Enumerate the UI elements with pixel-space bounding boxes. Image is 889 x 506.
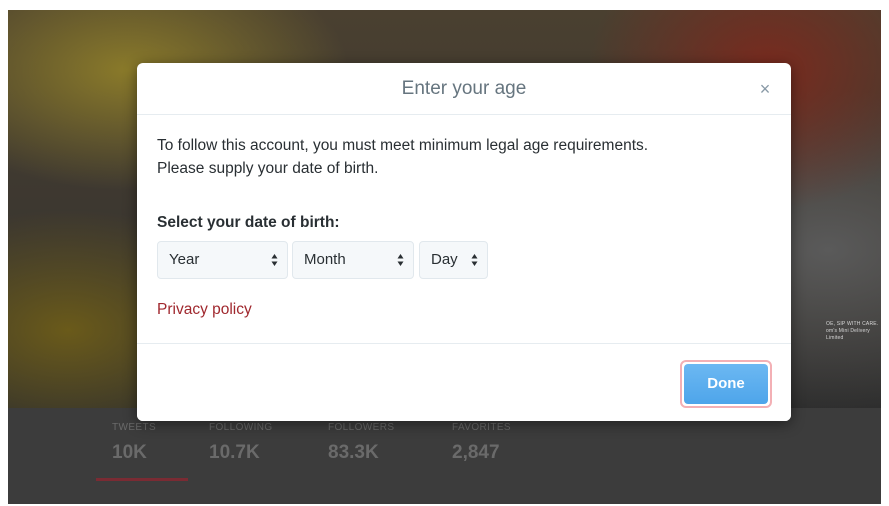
stat-following[interactable]: FOLLOWING 10.7K (209, 422, 273, 466)
stat-favorites[interactable]: FAVORITES 2,847 (452, 422, 511, 466)
stat-label: FOLLOWERS (328, 422, 395, 433)
day-select-value: Day (431, 251, 458, 268)
profile-stats-bar: TWEETS 10K FOLLOWING 10.7K FOLLOWERS 83.… (8, 408, 881, 504)
age-gate-dialog: Enter your age × To follow this account,… (137, 63, 791, 421)
dialog-body: To follow this account, you must meet mi… (157, 134, 771, 318)
stat-value: 10.7K (209, 442, 260, 463)
updown-arrows-icon (271, 254, 278, 266)
page: OE, SIP WITH CARE. om's Mini Delivery Li… (0, 0, 889, 506)
stat-label: FOLLOWING (209, 422, 273, 433)
banner-tagline: OE, SIP WITH CARE. om's Mini Delivery Li… (826, 321, 881, 342)
month-select-value: Month (304, 251, 346, 268)
day-select[interactable]: Day (419, 241, 488, 279)
dialog-message: To follow this account, you must meet mi… (157, 134, 771, 180)
year-select[interactable]: Year (157, 241, 288, 279)
message-line: To follow this account, you must meet mi… (157, 137, 649, 154)
stat-value: 2,847 (452, 442, 500, 463)
dob-label: Select your date of birth: (157, 214, 340, 231)
stat-followers[interactable]: FOLLOWERS 83.3K (328, 422, 394, 466)
message-line: Please supply your date of birth. (157, 160, 379, 177)
done-button-label: Done (684, 364, 768, 404)
close-button[interactable]: × (753, 77, 777, 101)
stat-label: FAVORITES (452, 422, 511, 433)
dialog-title: Enter your age (401, 78, 527, 99)
updown-arrows-icon (471, 254, 478, 266)
active-stat-underline (96, 478, 188, 481)
stat-tweets[interactable]: TWEETS 10K (112, 422, 156, 466)
stat-label: TWEETS (112, 422, 157, 433)
stat-value: 10K (112, 442, 147, 463)
privacy-policy-link[interactable]: Privacy policy (157, 301, 252, 319)
updown-arrows-icon (397, 254, 404, 266)
done-button[interactable]: Done (680, 360, 772, 408)
banner-tagline-line: OE, SIP WITH CARE. (826, 321, 879, 327)
stat-value: 83.3K (328, 442, 379, 463)
close-icon: × (759, 79, 771, 99)
dialog-header: Enter your age × (137, 63, 791, 115)
month-select[interactable]: Month (292, 241, 414, 279)
year-select-value: Year (169, 251, 200, 268)
banner-tagline-line: om's Mini Delivery Limited (826, 328, 871, 341)
dialog-footer: Done (137, 343, 791, 421)
